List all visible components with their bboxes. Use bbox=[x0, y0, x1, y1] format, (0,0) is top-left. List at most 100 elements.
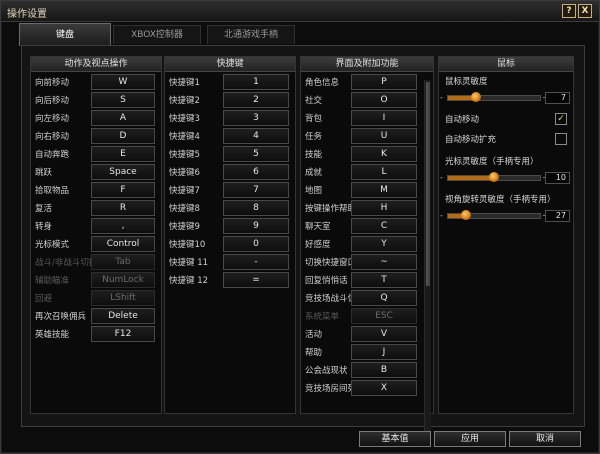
keybind-row: 技能 K bbox=[301, 144, 433, 162]
keybind-key-button[interactable]: LShift bbox=[91, 290, 155, 306]
keybind-key-button[interactable]: Tab bbox=[91, 254, 155, 270]
keybind-label: 快捷键 12 bbox=[169, 276, 209, 286]
keybind-key-button[interactable]: 4 bbox=[223, 128, 289, 144]
keybind-key-button[interactable]: Control bbox=[91, 236, 155, 252]
keybind-row: 快捷键 12 = bbox=[165, 270, 295, 288]
cancel-button[interactable]: 取消 bbox=[509, 431, 581, 447]
keybind-key-button[interactable]: 5 bbox=[223, 146, 289, 162]
keybind-key-button[interactable]: 9 bbox=[223, 218, 289, 234]
keybind-row: 向前移动 W bbox=[31, 72, 161, 90]
keybind-label: 战斗/非战斗切换 bbox=[35, 258, 98, 268]
keybind-key-button[interactable]: R bbox=[91, 200, 155, 216]
tab-keyboard[interactable]: 键盘 bbox=[19, 23, 111, 46]
keybind-label: 快捷键 11 bbox=[169, 258, 209, 268]
mouse-sensitivity-value: 7 bbox=[545, 92, 570, 104]
keybind-row: 按键操作帮助 H bbox=[301, 198, 433, 216]
keybind-key-button[interactable]: B bbox=[351, 362, 417, 378]
keybind-key-button[interactable]: 7 bbox=[223, 182, 289, 198]
interface-panel: 界面及附加功能 角色信息 P 社交 O 背包 I 任务 U 技能 K 成就 L 地图 M 按键操作帮助 H 聊天… bbox=[300, 56, 434, 414]
keybind-key-button[interactable]: W bbox=[91, 74, 155, 90]
keybind-key-button[interactable]: V bbox=[351, 326, 417, 342]
keybind-key-button[interactable]: 0 bbox=[223, 236, 289, 252]
keybind-key-button[interactable]: , bbox=[91, 218, 155, 234]
keybind-key-button[interactable]: U bbox=[351, 128, 417, 144]
keybind-label: 活动 bbox=[305, 330, 323, 340]
mouse-sensitivity-slider[interactable]: - + bbox=[440, 92, 549, 102]
keybind-label: 转身 bbox=[35, 222, 53, 232]
keybind-key-button[interactable]: M bbox=[351, 182, 417, 198]
keybind-key-button[interactable]: E bbox=[91, 146, 155, 162]
keybind-label: 地图 bbox=[305, 186, 323, 196]
keybind-row: 竞技场房间列表 X bbox=[301, 378, 433, 396]
scrollbar-thumb[interactable] bbox=[426, 82, 430, 286]
slider-knob[interactable] bbox=[489, 172, 499, 182]
keybind-label: 向左移动 bbox=[35, 114, 70, 124]
help-button[interactable]: ? bbox=[562, 4, 576, 18]
keybind-label: 帮助 bbox=[305, 348, 323, 358]
keybind-label: 快捷键8 bbox=[169, 204, 200, 214]
keybind-label: 快捷键6 bbox=[169, 168, 200, 178]
keybind-label: 公会战现状 bbox=[305, 366, 348, 376]
keybind-key-button[interactable]: S bbox=[91, 92, 155, 108]
keybind-key-button[interactable]: = bbox=[223, 272, 289, 288]
keybind-key-button[interactable]: Q bbox=[351, 290, 417, 306]
keybind-key-button[interactable]: L bbox=[351, 164, 417, 180]
interface-scrollbar[interactable] bbox=[424, 80, 431, 432]
keybind-row: 快捷键8 8 bbox=[165, 198, 295, 216]
keybind-label: 向右移动 bbox=[35, 132, 70, 142]
keybind-key-button[interactable]: A bbox=[91, 110, 155, 126]
slider-minus-icon: - bbox=[440, 211, 443, 220]
keybind-label: 背包 bbox=[305, 114, 323, 124]
keybind-label: 切换快捷窗口 bbox=[305, 258, 357, 268]
default-button[interactable]: 基本值 bbox=[359, 431, 431, 447]
cursor-sensitivity-slider[interactable]: - + bbox=[440, 172, 549, 182]
keybind-row: 切换快捷窗口 ~ bbox=[301, 252, 433, 270]
keybind-key-button[interactable]: ESC bbox=[351, 308, 417, 324]
keybind-key-button[interactable]: I bbox=[351, 110, 417, 126]
mouse-panel-header: 鼠标 bbox=[439, 57, 573, 72]
keybind-row: 向右移动 D bbox=[31, 126, 161, 144]
keybind-row: 地图 M bbox=[301, 180, 433, 198]
keybind-row: 快捷键7 7 bbox=[165, 180, 295, 198]
keybind-label: 按键操作帮助 bbox=[305, 204, 357, 214]
keybind-key-button[interactable]: Y bbox=[351, 236, 417, 252]
keybind-key-button[interactable]: NumLock bbox=[91, 272, 155, 288]
keybind-key-button[interactable]: F12 bbox=[91, 326, 155, 342]
slider-knob[interactable] bbox=[461, 210, 471, 220]
apply-button[interactable]: 应用 bbox=[434, 431, 506, 447]
keybind-key-button[interactable]: ~ bbox=[351, 254, 417, 270]
tab-beitong-gamepad[interactable]: 北通游戏手柄 bbox=[207, 25, 295, 44]
keybind-key-button[interactable]: 6 bbox=[223, 164, 289, 180]
keybind-row: 快捷键6 6 bbox=[165, 162, 295, 180]
keybind-key-button[interactable]: P bbox=[351, 74, 417, 90]
keybind-key-button[interactable]: T bbox=[351, 272, 417, 288]
camera-sensitivity-slider[interactable]: - + bbox=[440, 210, 549, 220]
keybind-key-button[interactable]: 1 bbox=[223, 74, 289, 90]
keybind-row: 再次召唤佣兵 Delete bbox=[31, 306, 161, 324]
keybind-key-button[interactable]: O bbox=[351, 92, 417, 108]
auto-move-label: 自动移动 bbox=[445, 115, 480, 125]
keybind-key-button[interactable]: Delete bbox=[91, 308, 155, 324]
keybind-key-button[interactable]: X bbox=[351, 380, 417, 396]
keybind-key-button[interactable]: J bbox=[351, 344, 417, 360]
close-button[interactable]: X bbox=[578, 4, 592, 18]
slider-knob[interactable] bbox=[471, 92, 481, 102]
keybind-label: 快捷键10 bbox=[169, 240, 206, 250]
keybind-key-button[interactable]: - bbox=[223, 254, 289, 270]
keybind-key-button[interactable]: K bbox=[351, 146, 417, 162]
keybind-key-button[interactable]: 8 bbox=[223, 200, 289, 216]
title-bar[interactable]: 操作设置 ? X bbox=[1, 1, 599, 22]
tab-xbox-controller[interactable]: XBOX控制器 bbox=[113, 25, 201, 44]
keybind-key-button[interactable]: 3 bbox=[223, 110, 289, 126]
keybind-row: 快捷键9 9 bbox=[165, 216, 295, 234]
keybind-key-button[interactable]: 2 bbox=[223, 92, 289, 108]
keybind-label: 英雄技能 bbox=[35, 330, 70, 340]
keybind-key-button[interactable]: Space bbox=[91, 164, 155, 180]
keybind-key-button[interactable]: H bbox=[351, 200, 417, 216]
keybind-label: 成就 bbox=[305, 168, 323, 178]
auto-move-ext-checkbox[interactable] bbox=[555, 133, 567, 145]
auto-move-checkbox[interactable]: ✓ bbox=[555, 113, 567, 125]
keybind-key-button[interactable]: C bbox=[351, 218, 417, 234]
keybind-key-button[interactable]: D bbox=[91, 128, 155, 144]
keybind-key-button[interactable]: F bbox=[91, 182, 155, 198]
